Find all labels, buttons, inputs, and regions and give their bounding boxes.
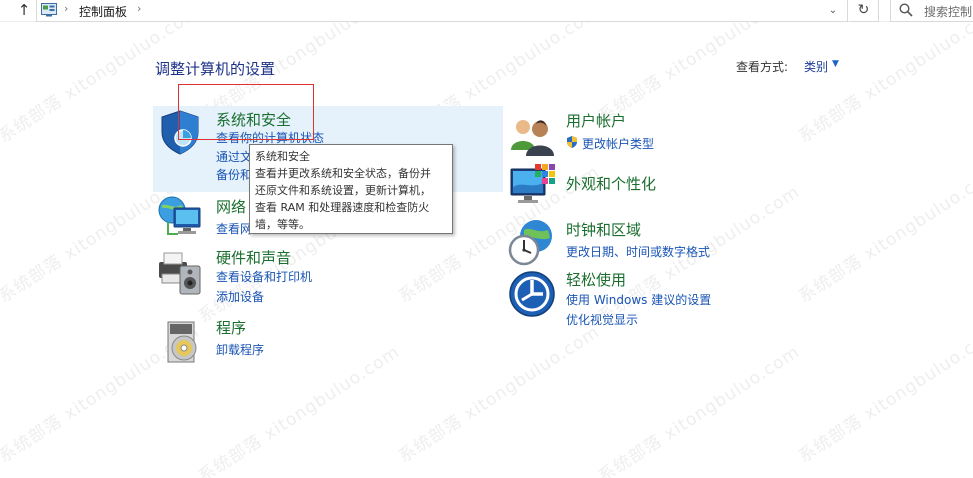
chevron-right-icon[interactable]: ›: [64, 2, 68, 15]
appearance-monitor-icon: [510, 164, 555, 203]
up-arrow-icon[interactable]: ↑: [14, 1, 34, 21]
view-by-label: 查看方式:: [736, 60, 789, 74]
network-globe-icon: [158, 196, 201, 235]
user-accounts-icon: [511, 120, 554, 156]
clock-globe-icon: [508, 220, 552, 266]
watermark-text: 系统部落 xitongbuluo.com: [794, 322, 973, 468]
link-add-device[interactable]: 添加设备: [216, 288, 264, 305]
hardware-sound-title[interactable]: 硬件和声音: [216, 247, 291, 268]
chevron-right-icon[interactable]: ›: [137, 2, 141, 15]
breadcrumb-control-panel[interactable]: 控制面板: [79, 3, 127, 20]
link-change-date-time-format[interactable]: 更改日期、时间或数字格式: [566, 243, 710, 260]
link-system-security-3[interactable]: 备份和: [216, 166, 252, 183]
address-box[interactable]: › 控制面板 › ⌄: [36, 0, 848, 22]
highlight-box: [178, 84, 314, 140]
watermark-text: 系统部落 xitongbuluo.com: [794, 162, 973, 308]
link-view-devices-printers[interactable]: 查看设备和打印机: [216, 268, 312, 285]
tooltip-line: 查看并更改系统和安全状态，备份并: [255, 167, 431, 180]
watermark-text: 系统部落 xitongbuluo.com: [194, 342, 404, 478]
control-panel-icon: [41, 3, 57, 17]
caret-down-icon[interactable]: ▼: [832, 59, 839, 69]
link-optimize-visual-display[interactable]: 优化视觉显示: [566, 311, 638, 328]
link-system-security-2[interactable]: 通过文: [216, 148, 252, 165]
network-title[interactable]: 网络: [216, 196, 246, 217]
search-input[interactable]: 搜索控制: [890, 0, 973, 22]
watermark-text: 系统部落 xitongbuluo.com: [394, 322, 604, 468]
tooltip-title: 系统和安全: [255, 150, 310, 163]
tooltip: 系统和安全 查看并更改系统和安全状态，备份并 还原文件和系统设置，更新计算机， …: [249, 144, 453, 234]
programs-disc-icon: [167, 321, 197, 363]
refresh-button[interactable]: ↻: [849, 0, 879, 22]
search-placeholder: 搜索控制: [924, 5, 973, 19]
watermark-text: 系统部落 xitongbuluo.com: [594, 342, 804, 478]
search-icon: [899, 3, 913, 17]
appearance-title[interactable]: 外观和个性化: [566, 173, 656, 194]
page-title: 调整计算机的设置: [155, 60, 276, 78]
link-network-1[interactable]: 查看网: [216, 220, 252, 237]
chevron-down-icon[interactable]: ⌄: [823, 2, 843, 20]
tooltip-line: 还原文件和系统设置，更新计算机，: [255, 184, 431, 197]
tooltip-line: 墙，等等。: [255, 218, 310, 231]
programs-title[interactable]: 程序: [216, 317, 246, 338]
link-change-account-type[interactable]: 更改帐户类型: [582, 135, 654, 152]
link-use-windows-recommended[interactable]: 使用 Windows 建议的设置: [566, 291, 711, 308]
tooltip-line: 查看 RAM 和处理器速度和检查防火: [255, 201, 430, 214]
uac-shield-icon: [567, 136, 577, 148]
ease-of-access-icon: [509, 271, 555, 317]
address-bar: ↑ › 控制面板 › ⌄ ↻ 搜索控制: [0, 0, 973, 22]
view-by-dropdown[interactable]: 类别: [804, 58, 828, 75]
link-uninstall-program[interactable]: 卸载程序: [216, 341, 264, 358]
user-accounts-title[interactable]: 用户帐户: [566, 110, 626, 131]
ease-of-access-title[interactable]: 轻松使用: [566, 269, 626, 290]
refresh-icon: ↻: [857, 2, 870, 18]
printer-speaker-icon: [159, 252, 201, 295]
clock-region-title[interactable]: 时钟和区域: [566, 219, 641, 240]
